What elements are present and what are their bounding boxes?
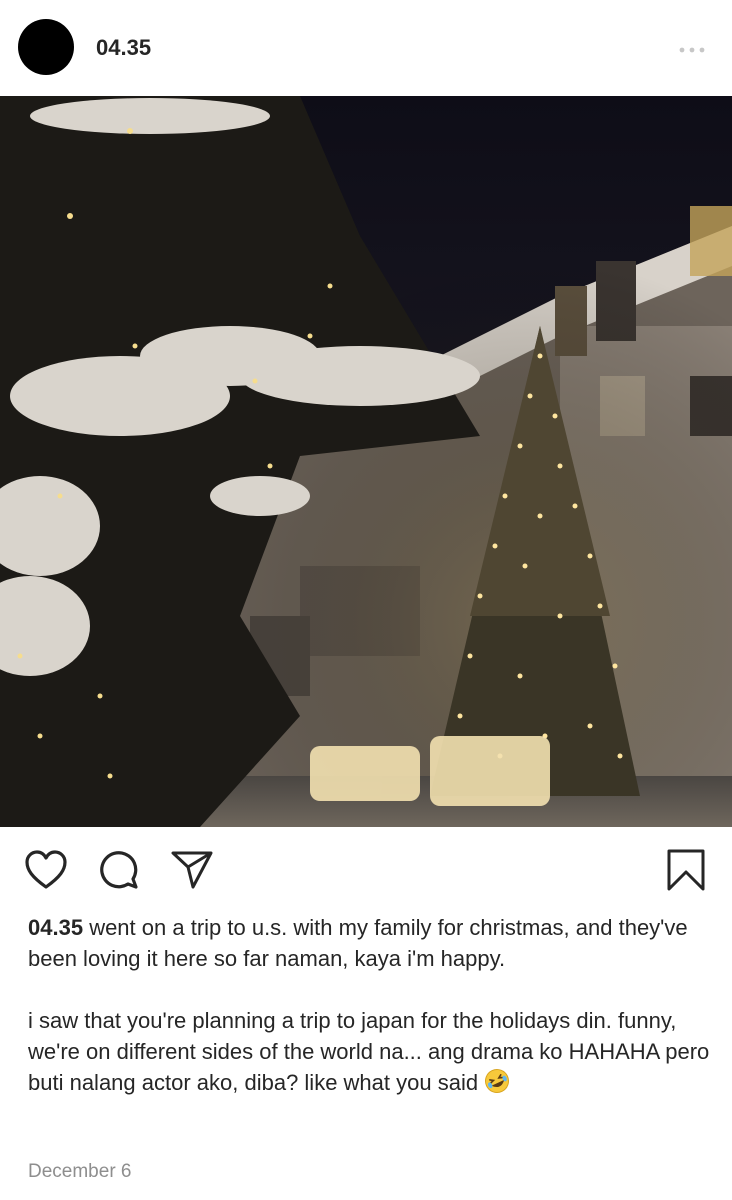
more-horizontal-icon[interactable] xyxy=(678,42,706,53)
laughing-emoji-icon xyxy=(484,1068,510,1102)
bookmark-icon[interactable] xyxy=(666,848,706,897)
post-photo[interactable] xyxy=(0,96,732,827)
header-username[interactable]: 04.35 xyxy=(96,35,151,61)
caption-username[interactable]: 04.35 xyxy=(28,915,83,940)
send-icon[interactable] xyxy=(170,850,214,895)
post-caption: 04.35 went on a trip to u.s. with my fam… xyxy=(28,912,718,1102)
heart-icon[interactable] xyxy=(24,850,68,895)
post-header: 04.35 xyxy=(0,0,732,96)
caption-text-2: i saw that you're planning a trip to jap… xyxy=(28,1008,710,1095)
post-actions xyxy=(0,828,732,908)
caption-text-1: went on a trip to u.s. with my family fo… xyxy=(28,915,688,971)
comment-icon[interactable] xyxy=(98,848,140,895)
post-date: December 6 xyxy=(28,1161,132,1182)
avatar[interactable] xyxy=(18,19,74,75)
caption-paragraph-2: i saw that you're planning a trip to jap… xyxy=(28,1005,718,1102)
caption-paragraph-1: 04.35 went on a trip to u.s. with my fam… xyxy=(28,912,718,974)
